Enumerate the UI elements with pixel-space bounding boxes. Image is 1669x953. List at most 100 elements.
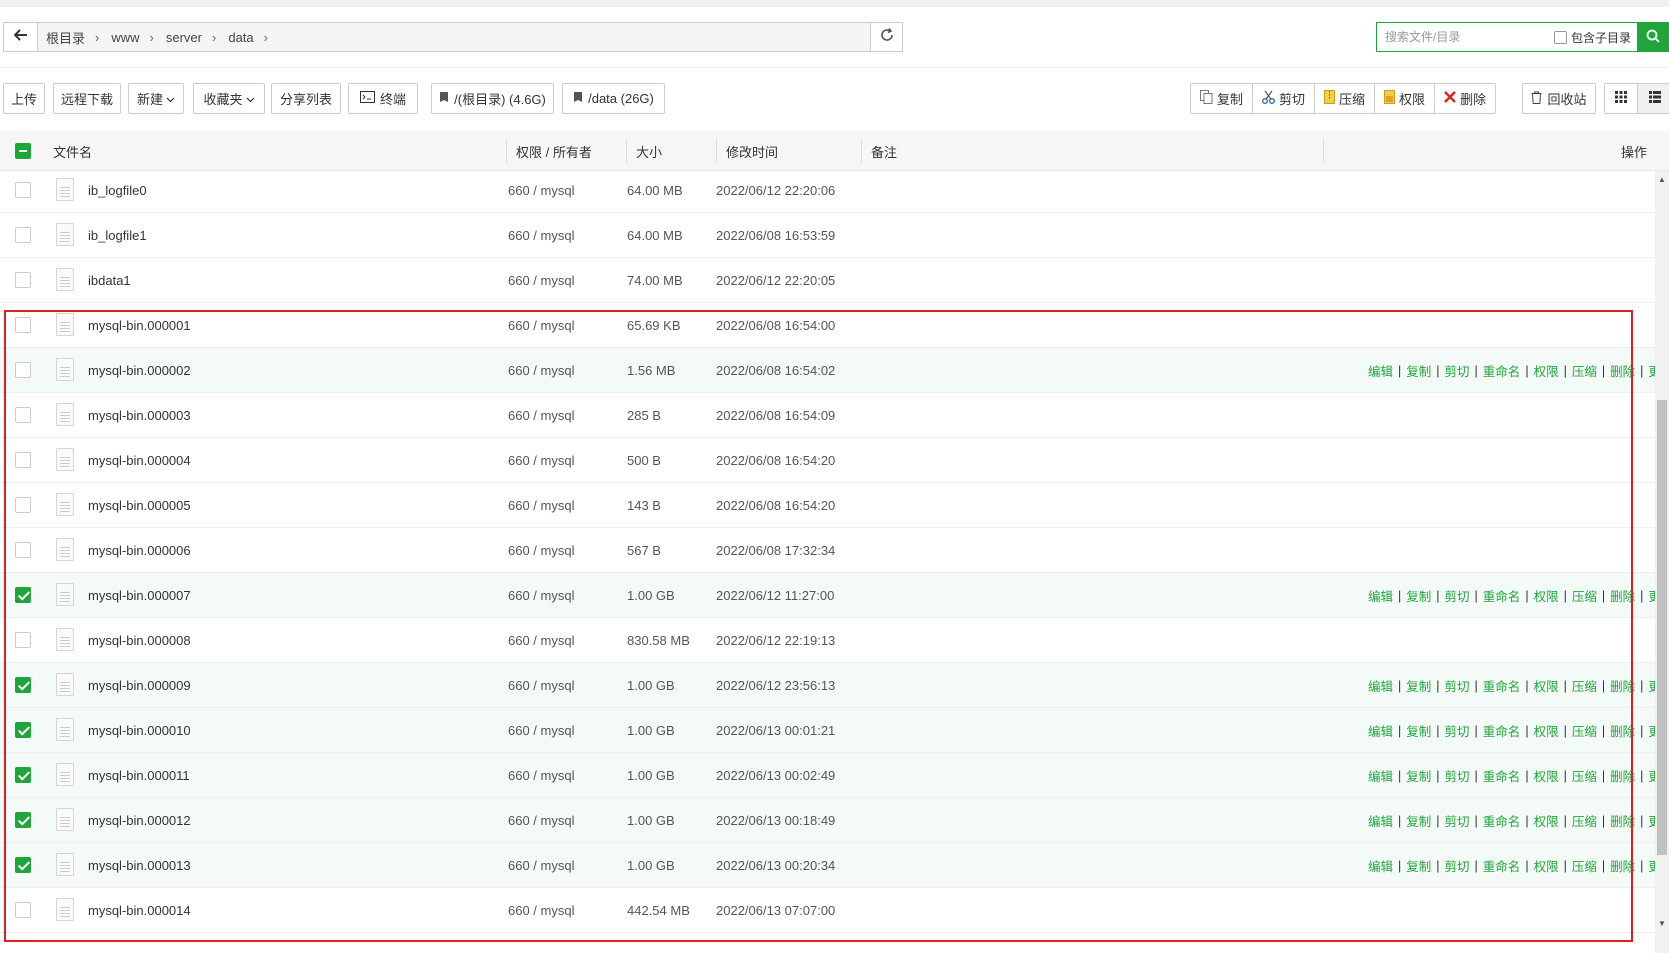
row-checkbox[interactable]	[15, 722, 31, 738]
row-action-link[interactable]: 编辑	[1368, 721, 1393, 740]
row-checkbox[interactable]	[15, 452, 31, 468]
batch-cut-button[interactable]: 剪切	[1253, 84, 1316, 113]
file-name[interactable]: ib_logfile1	[88, 213, 147, 258]
row-action-link[interactable]: 删除	[1610, 721, 1635, 740]
row-action-link[interactable]: 重命名	[1483, 586, 1521, 605]
file-name[interactable]: mysql-bin.000002	[88, 348, 191, 393]
include-subdir-toggle[interactable]: 包含子目录	[1553, 29, 1637, 46]
row-action-link[interactable]: 删除	[1610, 766, 1635, 785]
table-row[interactable]: mysql-bin.000007 660 / mysql 1.00 GB 2022/0…	[0, 573, 1669, 618]
file-name[interactable]: mysql-bin.000010	[88, 708, 191, 753]
row-checkbox[interactable]	[15, 317, 31, 333]
file-permission[interactable]: 660 / mysql	[508, 528, 574, 573]
search-button[interactable]	[1637, 22, 1669, 52]
file-permission[interactable]: 660 / mysql	[508, 168, 574, 213]
file-permission[interactable]: 660 / mysql	[508, 348, 574, 393]
row-action-link[interactable]: 压缩	[1572, 766, 1597, 785]
refresh-button[interactable]	[870, 23, 902, 51]
row-checkbox[interactable]	[15, 857, 31, 873]
row-action-link[interactable]: 剪切	[1445, 676, 1470, 695]
row-action-link[interactable]: 剪切	[1445, 361, 1470, 380]
file-permission[interactable]: 660 / mysql	[508, 258, 574, 303]
row-action-link[interactable]: 复制	[1406, 721, 1431, 740]
grid-view-button[interactable]	[1605, 84, 1638, 113]
scroll-down-arrow-icon[interactable]: ▼	[1657, 918, 1667, 928]
breadcrumb-item[interactable]: server ›	[166, 30, 228, 45]
file-permission[interactable]: 660 / mysql	[508, 888, 574, 933]
file-permission[interactable]: 660 / mysql	[508, 303, 574, 348]
file-permission[interactable]: 660 / mysql	[508, 483, 574, 528]
row-action-link[interactable]: 压缩	[1572, 856, 1597, 875]
row-checkbox[interactable]	[15, 272, 31, 288]
file-name[interactable]: mysql-bin.000004	[88, 438, 191, 483]
table-row[interactable]: ib_logfile0 660 / mysql 64.00 MB 2022/06/12…	[0, 168, 1655, 213]
row-action-link[interactable]: 权限	[1534, 811, 1559, 830]
favorites-dropdown-button[interactable]: 收藏夹	[193, 83, 265, 114]
batch-permission-button[interactable]: 权限	[1375, 84, 1436, 113]
file-name[interactable]: mysql-bin.000014	[88, 888, 191, 933]
disk-root-button[interactable]: /(根目录) (4.6G)	[431, 83, 554, 114]
row-action-link[interactable]: 删除	[1610, 361, 1635, 380]
table-row[interactable]: mysql-bin.000014 660 / mysql 442.54 MB 2022…	[0, 888, 1655, 933]
row-action-link[interactable]: 权限	[1534, 676, 1559, 695]
file-permission[interactable]: 660 / mysql	[508, 573, 574, 618]
table-row[interactable]: mysql-bin.000003 660 / mysql 285 B 2022/06/…	[0, 393, 1655, 438]
row-action-link[interactable]: 权限	[1534, 361, 1559, 380]
row-action-link[interactable]: 编辑	[1368, 361, 1393, 380]
select-all-checkbox[interactable]	[15, 131, 31, 171]
column-header-name[interactable]: 文件名	[53, 131, 92, 171]
row-action-link[interactable]: 编辑	[1368, 811, 1393, 830]
row-checkbox[interactable]	[15, 227, 31, 243]
row-action-link[interactable]: 剪切	[1445, 586, 1470, 605]
scrollbar-thumb[interactable]	[1657, 400, 1667, 855]
file-permission[interactable]: 660 / mysql	[508, 618, 574, 663]
file-name[interactable]: mysql-bin.000009	[88, 663, 191, 708]
row-action-link[interactable]: 重命名	[1483, 676, 1521, 695]
table-row[interactable]: mysql-bin.000002 660 / mysql 1.56 MB 2022/0…	[0, 348, 1669, 393]
table-row[interactable]: mysql-bin.000008 660 / mysql 830.58 MB 2022…	[0, 618, 1655, 663]
table-row[interactable]: ibdata1 660 / mysql 74.00 MB 2022/06/12 22:…	[0, 258, 1655, 303]
row-action-link[interactable]: 编辑	[1368, 856, 1393, 875]
file-permission[interactable]: 660 / mysql	[508, 798, 574, 843]
row-checkbox[interactable]	[15, 407, 31, 423]
row-action-link[interactable]: 剪切	[1445, 766, 1470, 785]
row-action-link[interactable]: 压缩	[1572, 361, 1597, 380]
back-button[interactable]	[4, 23, 38, 51]
row-action-link[interactable]: 删除	[1610, 811, 1635, 830]
breadcrumb-item[interactable]: www ›	[111, 30, 166, 45]
remote-download-button[interactable]: 远程下载	[53, 83, 121, 114]
file-permission[interactable]: 660 / mysql	[508, 708, 574, 753]
file-permission[interactable]: 660 / mysql	[508, 393, 574, 438]
recycle-bin-button[interactable]: 回收站	[1522, 83, 1596, 114]
row-action-link[interactable]: 重命名	[1483, 811, 1521, 830]
new-dropdown-button[interactable]: 新建	[128, 83, 184, 114]
file-name[interactable]: mysql-bin.000007	[88, 573, 191, 618]
row-action-link[interactable]: 重命名	[1483, 721, 1521, 740]
file-permission[interactable]: 660 / mysql	[508, 753, 574, 798]
table-row[interactable]: ib_logfile1 660 / mysql 64.00 MB 2022/06/08…	[0, 213, 1655, 258]
file-permission[interactable]: 660 / mysql	[508, 843, 574, 888]
row-action-link[interactable]: 权限	[1534, 721, 1559, 740]
row-action-link[interactable]: 复制	[1406, 856, 1431, 875]
file-name[interactable]: mysql-bin.000011	[88, 753, 190, 798]
row-checkbox[interactable]	[15, 587, 31, 603]
row-action-link[interactable]: 权限	[1534, 856, 1559, 875]
table-row[interactable]: mysql-bin.000012 660 / mysql 1.00 GB 2022/0…	[0, 798, 1669, 843]
file-name[interactable]: mysql-bin.000012	[88, 798, 191, 843]
row-checkbox[interactable]	[15, 812, 31, 828]
file-name[interactable]: ibdata1	[88, 258, 131, 303]
row-action-link[interactable]: 剪切	[1445, 811, 1470, 830]
row-action-link[interactable]: 压缩	[1572, 676, 1597, 695]
file-name[interactable]: mysql-bin.000013	[88, 843, 191, 888]
batch-delete-button[interactable]: 删除	[1435, 84, 1495, 113]
disk-data-button[interactable]: /data (26G)	[562, 83, 665, 114]
terminal-button[interactable]: 终端	[348, 83, 418, 114]
row-action-link[interactable]: 删除	[1610, 586, 1635, 605]
file-name[interactable]: mysql-bin.000003	[88, 393, 191, 438]
table-row[interactable]: mysql-bin.000004 660 / mysql 500 B 2022/06/…	[0, 438, 1655, 483]
row-action-link[interactable]: 压缩	[1572, 721, 1597, 740]
row-checkbox[interactable]	[15, 497, 31, 513]
row-checkbox[interactable]	[15, 542, 31, 558]
scroll-up-arrow-icon[interactable]: ▲	[1657, 174, 1667, 184]
row-action-link[interactable]: 删除	[1610, 676, 1635, 695]
